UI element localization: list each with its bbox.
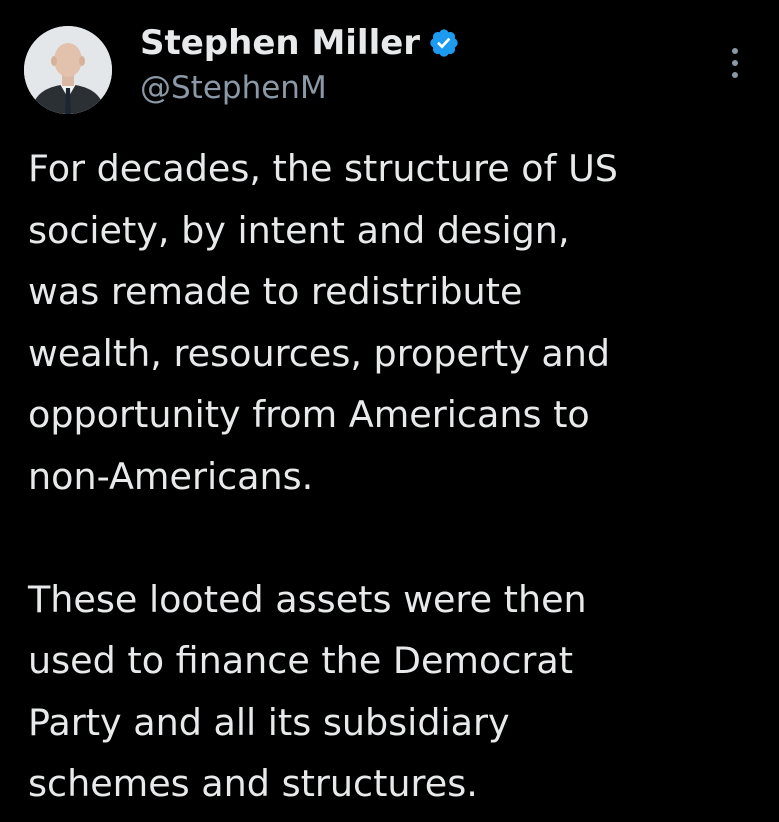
tweet-header: Stephen Miller @StephenM xyxy=(0,0,779,130)
tweet-text: For decades, the structure of US society… xyxy=(28,138,768,815)
verified-badge-icon xyxy=(428,27,460,59)
author-avatar[interactable] xyxy=(24,26,112,114)
tweet-paragraph-1: For decades, the structure of US society… xyxy=(28,147,618,498)
more-options-icon[interactable] xyxy=(727,46,743,80)
author-handle[interactable]: @StephenM xyxy=(140,70,327,106)
author-name-row: Stephen Miller xyxy=(140,20,460,66)
tweet-paragraph-2: These looted assets were then used to fi… xyxy=(28,577,587,806)
author-display-name[interactable]: Stephen Miller xyxy=(140,23,420,63)
